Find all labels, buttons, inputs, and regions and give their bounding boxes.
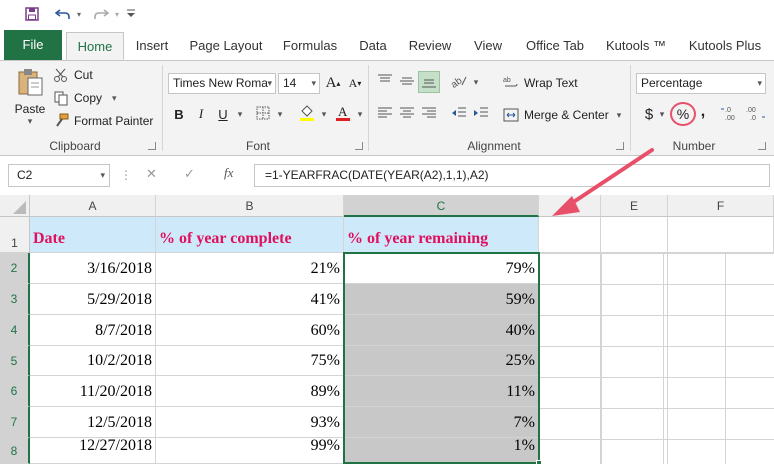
annotation-arrow — [552, 148, 654, 216]
